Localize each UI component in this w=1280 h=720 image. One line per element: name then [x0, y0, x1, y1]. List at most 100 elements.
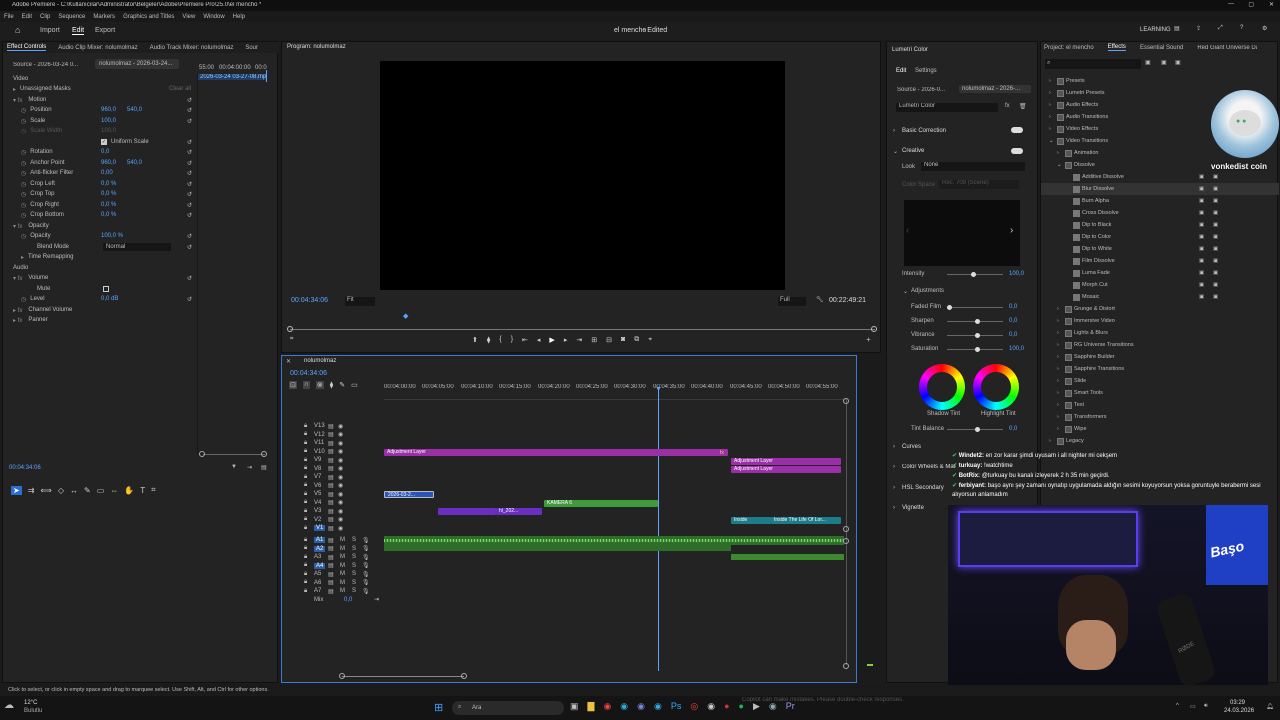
clock-date[interactable]: 24.03.2026: [1224, 708, 1254, 714]
crop-right-value[interactable]: 0,0 %: [101, 202, 116, 208]
effect-item[interactable]: Dip to Black ▣ ▣: [1041, 219, 1279, 231]
close-icon[interactable]: ✕: [286, 358, 291, 365]
effects-folder[interactable]: › Lights & Blurs: [1041, 327, 1279, 339]
sync-icon[interactable]: ▤: [328, 457, 334, 464]
lock-icon[interactable]: 🔒︎: [304, 482, 307, 489]
vibrance-value[interactable]: 0,0: [1009, 332, 1017, 338]
steam-icon[interactable]: ◉: [769, 701, 777, 712]
export-frame-icon[interactable]: ⇥: [247, 464, 252, 471]
stopwatch-icon[interactable]: ◷: [21, 212, 26, 219]
program-scrubber[interactable]: [290, 329, 875, 330]
chevron-icon[interactable]: ⌄: [1049, 138, 1057, 144]
effects-folder[interactable]: › Smart Tools: [1041, 387, 1279, 399]
program-title[interactable]: Program: nolumolmaz: [287, 44, 346, 50]
workspace-icon[interactable]: ▤: [1174, 25, 1180, 32]
insert-icon[interactable]: ⊞: [591, 336, 597, 344]
marker-icon[interactable]: ⧫: [487, 336, 490, 344]
effect-item[interactable]: Dip to Color ▣ ▣: [1041, 231, 1279, 243]
eye-icon[interactable]: ◉: [338, 448, 343, 455]
menu-view[interactable]: View: [182, 14, 195, 20]
panner[interactable]: Panner: [28, 317, 47, 323]
sync-icon[interactable]: ▤: [328, 545, 334, 552]
tab-source[interactable]: Sour: [245, 45, 258, 51]
track-label-a7[interactable]: A7: [314, 588, 321, 594]
tab-audio-track-mixer[interactable]: Audio Track Mixer: nolumolmaz: [150, 45, 234, 51]
reset-icon[interactable]: ↺: [187, 202, 192, 209]
maximize-icon[interactable]: ▢: [1248, 1, 1254, 8]
menu-edit[interactable]: Edit: [22, 14, 32, 20]
stopwatch-icon[interactable]: ◷: [21, 170, 26, 177]
track-label-v9[interactable]: V9: [314, 457, 321, 463]
stopwatch-icon[interactable]: ◷: [21, 118, 26, 125]
reset-icon[interactable]: ↺: [187, 181, 192, 188]
mic-icon[interactable]: 🎙︎: [362, 545, 370, 552]
premiere-icon[interactable]: Pr: [786, 701, 795, 712]
vignette-section[interactable]: Vignette: [902, 505, 924, 511]
ripple-edit-icon[interactable]: ⟺: [40, 486, 51, 495]
stopwatch-icon[interactable]: ◷: [21, 202, 26, 209]
wrench-icon[interactable]: ✎: [339, 381, 345, 389]
track-label-v13[interactable]: V13: [314, 423, 325, 429]
scroll-handle[interactable]: [843, 538, 849, 544]
tray-chevron-icon[interactable]: ^: [1176, 703, 1179, 709]
in-point-icon[interactable]: {: [499, 336, 501, 344]
chevron-icon[interactable]: ›: [1057, 150, 1065, 156]
delete-icon[interactable]: 🗑︎: [1019, 103, 1027, 110]
yuv-icon[interactable]: ▣: [1175, 59, 1181, 66]
scale-value[interactable]: 100,0: [101, 118, 116, 124]
highlight-tint-wheel[interactable]: [973, 364, 1019, 410]
lock-icon[interactable]: 🔒︎: [304, 508, 307, 515]
eye-icon[interactable]: ◉: [338, 440, 343, 447]
menu-graphics[interactable]: Graphics and Titles: [123, 14, 174, 20]
faded-film-value[interactable]: 0,0: [1009, 304, 1017, 310]
stopwatch-icon[interactable]: ◷: [21, 233, 26, 240]
track-label-v4[interactable]: V4: [314, 500, 321, 506]
speaker-icon[interactable]: 🔊︎: [1204, 703, 1208, 710]
share-icon[interactable]: ⇪: [1196, 25, 1201, 32]
lumetri-title[interactable]: Lumetri Color: [892, 47, 928, 53]
track-label-v11[interactable]: V11: [314, 440, 324, 446]
lock-icon[interactable]: 🔒︎: [304, 465, 307, 472]
chevron-icon[interactable]: ›: [1049, 438, 1057, 444]
eye-icon[interactable]: ◉: [338, 482, 343, 489]
eye-icon[interactable]: ◉: [338, 508, 343, 515]
tab-red-giant[interactable]: Red Giant Universe Dashb: [1197, 45, 1257, 51]
program-timecode[interactable]: 00:04:34:06: [291, 297, 328, 304]
edit-tab[interactable]: Edit: [72, 27, 85, 35]
effect-item[interactable]: Cross Dissolve ▣ ▣: [1041, 207, 1279, 219]
lock-icon[interactable]: 🔒︎: [304, 554, 307, 561]
chevron-icon[interactable]: ›: [1057, 330, 1065, 336]
add-button-icon[interactable]: +: [866, 335, 871, 344]
rectangle-icon[interactable]: ▭: [97, 486, 105, 495]
program-playhead[interactable]: ◆: [403, 312, 408, 320]
sync-icon[interactable]: ▤: [328, 448, 334, 455]
snap-icon[interactable]: ∩: [302, 381, 310, 389]
chevron-icon[interactable]: ›: [1049, 78, 1057, 84]
sync-icon[interactable]: ▤: [328, 516, 334, 523]
sync-icon[interactable]: ▤: [328, 554, 334, 561]
chevron-icon[interactable]: ›: [1057, 414, 1065, 420]
mic-icon[interactable]: 🎙︎: [362, 554, 370, 561]
sync-icon[interactable]: ▤: [328, 431, 334, 438]
stopwatch-icon[interactable]: ◷: [21, 296, 26, 303]
solo-s-button[interactable]: S: [352, 546, 356, 552]
sync-icon[interactable]: ▤: [328, 423, 334, 430]
effects-folder[interactable]: › Immersive Video: [1041, 315, 1279, 327]
anchor-y[interactable]: 540,0: [127, 160, 142, 166]
mic-icon[interactable]: 🎙︎: [362, 588, 370, 595]
mute-m-button[interactable]: M: [340, 537, 345, 543]
photoshop-icon[interactable]: Ps: [671, 701, 682, 712]
stopwatch-icon[interactable]: ◷: [21, 191, 26, 198]
audio-clip-a1[interactable]: [384, 536, 844, 545]
sync-icon[interactable]: ▤: [328, 508, 334, 515]
mic-icon[interactable]: 🎙︎: [362, 562, 370, 569]
mute-m-button[interactable]: M: [340, 571, 345, 577]
hsl-secondary-section[interactable]: HSL Secondary: [902, 485, 944, 491]
app-icon[interactable]: ●: [724, 701, 729, 712]
effect-item[interactable]: Mosaic ▣ ▣: [1041, 291, 1279, 303]
prev-look-icon[interactable]: ‹: [906, 225, 909, 236]
menu-file[interactable]: File: [4, 14, 14, 20]
captions-icon[interactable]: ▭: [351, 381, 358, 389]
zoom-handle[interactable]: [261, 451, 267, 457]
mute-m-button[interactable]: M: [340, 580, 345, 586]
